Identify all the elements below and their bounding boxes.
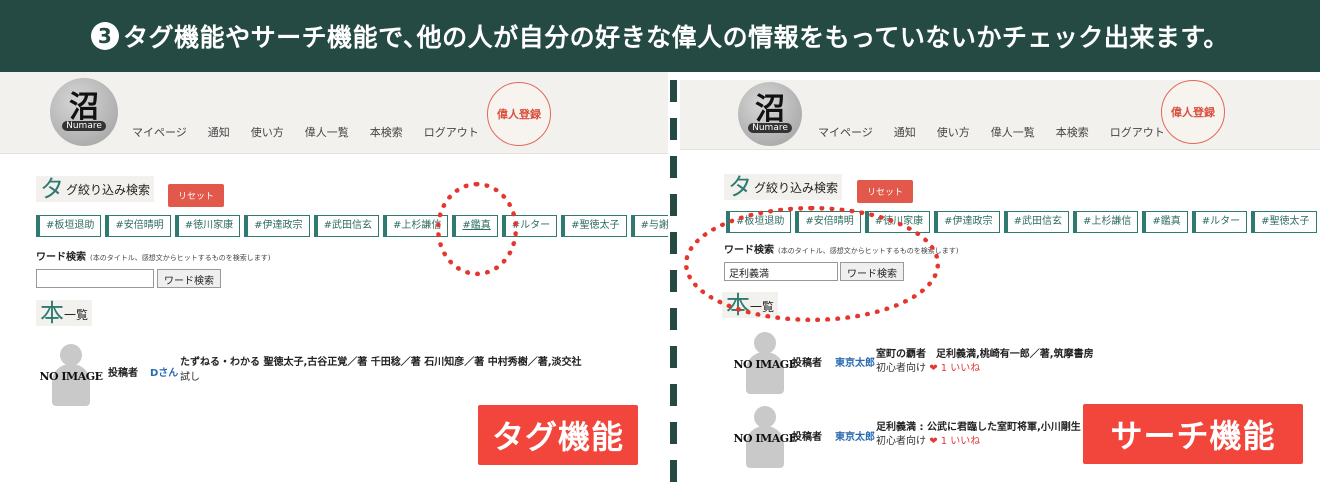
word-search-input[interactable] [36, 269, 154, 288]
nav-logout[interactable]: ログアウト [1110, 124, 1165, 140]
tag-chip-selected[interactable]: #鑑真 [452, 215, 498, 237]
tag-chip[interactable]: #与謝 [630, 215, 668, 237]
nav-people-list[interactable]: 偉人一覧 [991, 124, 1035, 140]
instruction-banner: 3 タグ機能やサーチ機能で､他の人が自分の好きな偉人の情報をもっていないかチェッ… [0, 0, 1320, 72]
nav-mypage[interactable]: マイページ [132, 124, 187, 140]
site-header: 沼 Numare マイページ 通知 使い方 偉人一覧 本検索 ログアウト 偉人登… [0, 72, 668, 154]
tag-filter-heading: タグ絞り込み検索 [36, 176, 155, 202]
word-search-button[interactable]: ワード検索 [157, 269, 221, 288]
tag-filter-heading: タグ絞り込み検索 [724, 174, 843, 200]
tag-list: #板垣退助 #安倍晴明 #徳川家康 #伊達政宗 #武田信玄 #上杉謙信 #鑑真 … [726, 211, 1320, 233]
search-feature-callout: サーチ機能 [1083, 404, 1303, 464]
book-list-heading: 本一覧 [36, 300, 93, 326]
book-meta: 初心者向け ❤ 1 いいね [876, 436, 981, 447]
tag-feature-callout: タグ機能 [478, 405, 638, 465]
step-number-badge: 3 [91, 22, 120, 50]
book-title-link[interactable]: 室町の覇者 足利義満,桃崎有一郎／著,筑摩書房 [876, 345, 1094, 360]
nav-notifications[interactable]: 通知 [208, 124, 230, 140]
tag-list: #板垣退助 #安倍晴明 #徳川家康 #伊達政宗 #武田信玄 #上杉謙信 #鑑真 … [36, 215, 668, 237]
book-title-link[interactable]: 足利義満 : 公武に君臨した室町将軍,小川剛生 [876, 418, 1081, 433]
book-meta: 初心者向け ❤ 1 いいね [876, 363, 981, 374]
tag-chip[interactable]: #ルター [1191, 211, 1248, 233]
book-title-link[interactable]: たずねる・わかる 聖徳太子,古谷正覚／著 千田稔／著 石川知彦／著 中村秀樹／著… [180, 353, 582, 368]
tag-chip[interactable]: #武田信玄 [313, 215, 379, 237]
heart-icon[interactable]: ❤ [929, 436, 937, 447]
word-search-button[interactable]: ワード検索 [840, 262, 904, 281]
word-search-label: ワード検索 (本のタイトル、感想文からヒットするものを検索します) [36, 252, 271, 263]
tag-chip[interactable]: #板垣退助 [726, 211, 792, 233]
tag-chip[interactable]: #上杉謙信 [382, 215, 449, 237]
poster-label: 投稿者 [792, 432, 822, 443]
register-person-button[interactable]: 偉人登録 [1161, 80, 1225, 144]
banner-text: タグ機能やサーチ機能で､他の人が自分の好きな偉人の情報をもっていないかチェック出… [123, 23, 1229, 52]
reset-button[interactable]: リセット [857, 180, 914, 203]
nav-book-search[interactable]: 本検索 [1056, 124, 1089, 140]
main-nav: マイページ 通知 使い方 偉人一覧 本検索 ログアウト [818, 124, 1186, 140]
main-nav: マイページ 通知 使い方 偉人一覧 本検索 ログアウト [132, 124, 500, 140]
word-search-screenshot: 沼 Numare マイページ 通知 使い方 偉人一覧 本検索 ログアウト 偉人登… [680, 80, 1320, 500]
poster-label: 投稿者 [792, 358, 822, 369]
tag-chip[interactable]: #鑑真 [1142, 211, 1188, 233]
word-search-input[interactable]: 足利義満 [724, 262, 838, 281]
nav-howto[interactable]: 使い方 [251, 124, 284, 140]
register-person-button[interactable]: 偉人登録 [487, 82, 551, 146]
tag-chip[interactable]: #板垣退助 [36, 215, 102, 237]
tag-chip[interactable]: #上杉謙信 [1072, 211, 1139, 233]
reset-button[interactable]: リセット [168, 184, 225, 207]
poster-name-link[interactable]: 東京太郎 [835, 428, 875, 443]
tag-chip[interactable]: #徳川家康 [864, 211, 931, 233]
book-list-heading: 本一覧 [722, 292, 779, 318]
poster-label: 投稿者 [108, 368, 138, 379]
tag-chip[interactable]: #徳川家康 [174, 215, 241, 237]
heart-icon[interactable]: ❤ [929, 363, 937, 374]
poster-name-link[interactable]: Dさん [150, 364, 178, 379]
nav-logout[interactable]: ログアウト [424, 124, 479, 140]
tag-chip[interactable]: #安倍晴明 [105, 215, 171, 237]
site-header: 沼 Numare マイページ 通知 使い方 偉人一覧 本検索 ログアウト 偉人登… [680, 80, 1320, 150]
tag-chip[interactable]: #伊達政宗 [934, 211, 1000, 233]
tag-chip[interactable]: #伊達政宗 [244, 215, 310, 237]
tag-chip[interactable]: #聖徳太子 [561, 215, 627, 237]
person-placeholder-icon: NO IMAGE [730, 404, 800, 470]
nav-howto[interactable]: 使い方 [937, 124, 970, 140]
person-placeholder-icon: NO IMAGE [730, 330, 800, 396]
panel-divider [668, 72, 680, 500]
site-logo[interactable]: 沼 Numare [50, 78, 118, 146]
book-note: 試し [180, 372, 200, 383]
tag-search-screenshot: 沼 Numare マイページ 通知 使い方 偉人一覧 本検索 ログアウト 偉人登… [0, 72, 668, 500]
poster-name-link[interactable]: 東京太郎 [835, 354, 875, 369]
tag-chip[interactable]: #聖徳太子 [1251, 211, 1317, 233]
word-search-label: ワード検索 (本のタイトル、感想文からヒットするものを検索します) [724, 245, 959, 256]
tag-chip[interactable]: #安倍晴明 [795, 211, 861, 233]
nav-notifications[interactable]: 通知 [894, 124, 916, 140]
nav-book-search[interactable]: 本検索 [370, 124, 403, 140]
nav-mypage[interactable]: マイページ [818, 124, 873, 140]
nav-people-list[interactable]: 偉人一覧 [305, 124, 349, 140]
tag-chip[interactable]: #武田信玄 [1003, 211, 1069, 233]
tag-chip[interactable]: #ルター [501, 215, 558, 237]
person-placeholder-icon: NO IMAGE [36, 342, 106, 408]
site-logo[interactable]: 沼 Numare [738, 82, 802, 146]
